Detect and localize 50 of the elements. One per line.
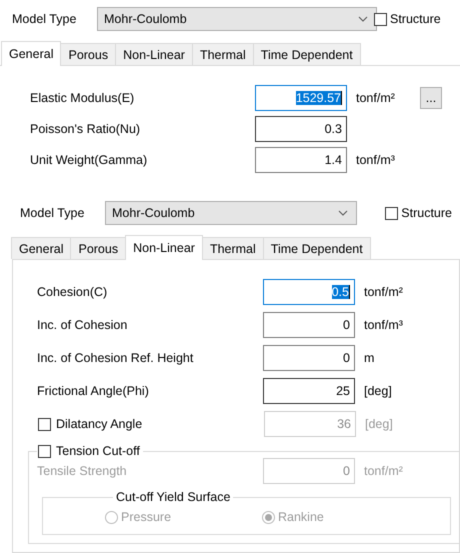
input-field[interactable]: 0 bbox=[263, 345, 355, 371]
model-type-label: Model Type bbox=[20, 206, 86, 220]
subgroup-title: Cut-off Yield Surface bbox=[115, 490, 232, 504]
radio-label: Pressure bbox=[121, 510, 172, 524]
input-field[interactable]: 0 bbox=[263, 312, 355, 338]
field-label: Poisson's Ratio(Nu) bbox=[30, 122, 142, 136]
unit-label: tonf/m² bbox=[364, 464, 404, 478]
field-label: Tensile Strength bbox=[37, 464, 128, 478]
field-label: Cohesion(C) bbox=[37, 285, 108, 299]
unit-label: tonf/m³ bbox=[356, 153, 396, 167]
checkbox[interactable] bbox=[374, 12, 387, 26]
tab[interactable]: General bbox=[11, 237, 72, 259]
tab[interactable]: Thermal bbox=[192, 43, 254, 65]
field-label: Frictional Angle(Phi) bbox=[37, 384, 150, 398]
model-type-label: Model Type bbox=[12, 12, 78, 26]
input-field[interactable]: 0.5 bbox=[263, 279, 355, 305]
checkbox-label: Tension Cut-off bbox=[56, 444, 140, 458]
tab[interactable]: Non-Linear bbox=[125, 235, 203, 260]
field-label: Inc. of Cohesion bbox=[37, 318, 128, 332]
unit-label: tonf/m² bbox=[356, 91, 396, 105]
tab[interactable]: Time Dependent bbox=[262, 237, 371, 259]
input-field[interactable]: 25 bbox=[263, 378, 355, 404]
checkbox-label: Structure bbox=[390, 12, 441, 26]
checkbox-label: Structure bbox=[401, 206, 452, 220]
field-label: Inc. of Cohesion Ref. Height bbox=[37, 351, 194, 365]
unit-label: m bbox=[364, 351, 376, 365]
model-type-dropdown[interactable]: Mohr-Coulomb bbox=[105, 201, 357, 225]
unit-label: [deg] bbox=[365, 417, 394, 431]
tab[interactable]: General bbox=[1, 41, 62, 66]
field-label: Unit Weight(Gamma) bbox=[30, 153, 148, 167]
checkbox-label: Dilatancy Angle bbox=[56, 417, 142, 431]
unit-label: [deg] bbox=[364, 384, 393, 398]
tab[interactable]: Thermal bbox=[202, 237, 264, 259]
unit-label: tonf/m³ bbox=[364, 318, 404, 332]
tab[interactable]: Porous bbox=[70, 237, 126, 259]
radio-label: Rankine bbox=[278, 510, 324, 524]
more-button[interactable]: ... bbox=[420, 87, 442, 109]
field-label: Elastic Modulus(E) bbox=[30, 91, 136, 105]
tab[interactable]: Porous bbox=[60, 43, 116, 65]
chevron-down-icon bbox=[338, 210, 348, 216]
tab[interactable]: Time Dependent bbox=[252, 43, 361, 65]
chevron-down-icon bbox=[358, 16, 368, 22]
input-field[interactable]: 0.3 bbox=[255, 116, 347, 142]
input-field[interactable]: 1.4 bbox=[255, 147, 347, 173]
input-field[interactable]: 1529.57 bbox=[255, 85, 347, 111]
checkbox[interactable] bbox=[385, 206, 398, 220]
unit-label: tonf/m² bbox=[364, 285, 404, 299]
tab[interactable]: Non-Linear bbox=[115, 43, 193, 65]
model-type-dropdown[interactable]: Mohr-Coulomb bbox=[97, 7, 377, 31]
checkbox[interactable] bbox=[38, 444, 51, 458]
